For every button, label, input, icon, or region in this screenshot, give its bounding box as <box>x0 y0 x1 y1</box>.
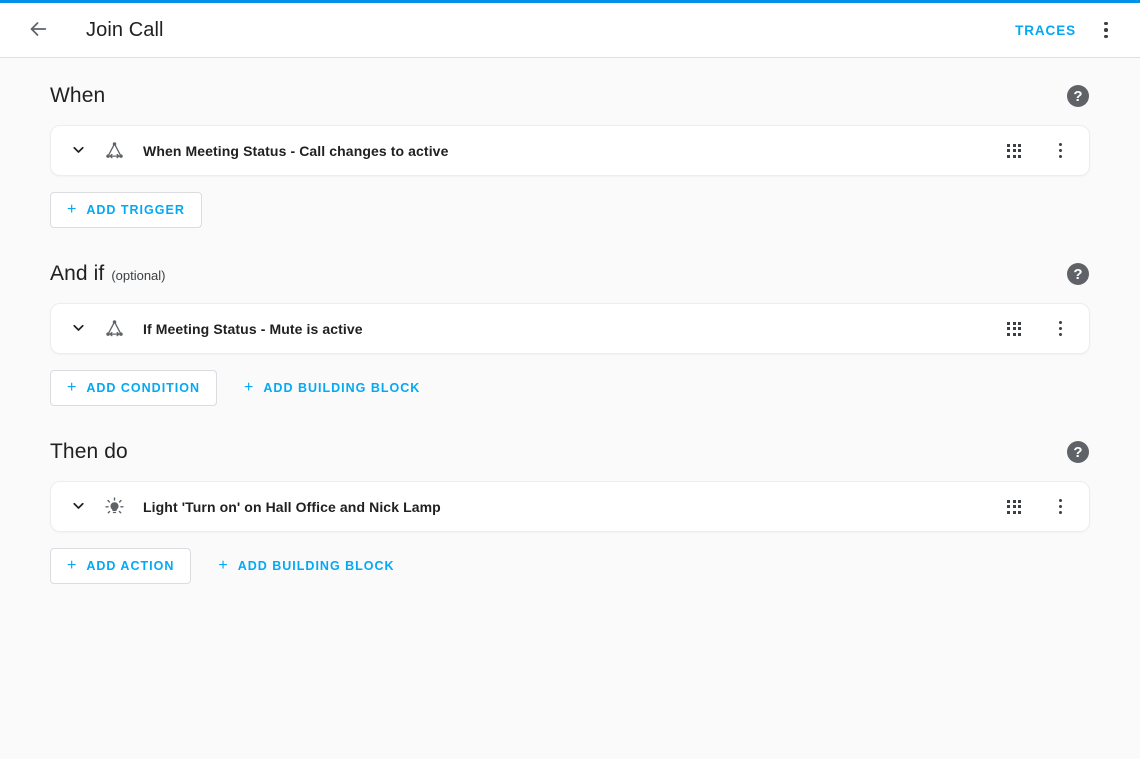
trigger-label: When Meeting Status - Call changes to ac… <box>143 143 997 159</box>
section-and-if: And if (optional) ? <box>50 262 1090 406</box>
section-title-text: And if <box>50 262 104 286</box>
section-header-and-if: And if (optional) ? <box>50 262 1090 286</box>
add-building-block-label: ADD BUILDING BLOCK <box>263 381 420 395</box>
chevron-down-icon <box>70 319 87 339</box>
condition-row-actions <box>997 312 1077 346</box>
section-when: When ? <box>50 84 1090 228</box>
condition-row[interactable]: If Meeting Status - Mute is active <box>50 303 1090 354</box>
add-building-block-action-button[interactable]: + ADD BUILDING BLOCK <box>201 548 411 584</box>
arrow-left-icon <box>27 18 49 43</box>
editor-content: When ? <box>0 58 1140 759</box>
page-title: Join Call <box>86 19 164 42</box>
section-title-text: Then do <box>50 440 128 464</box>
help-icon-when[interactable]: ? <box>1067 85 1089 107</box>
chevron-down-icon <box>70 497 87 517</box>
then-do-buttons: + ADD ACTION + ADD BUILDING BLOCK <box>50 548 1090 584</box>
plus-icon: + <box>67 558 77 574</box>
drag-grid-icon[interactable] <box>997 312 1031 346</box>
toolbar: Join Call TRACES <box>0 3 1140 58</box>
chevron-down-icon <box>70 141 87 161</box>
automation-editor: Join Call TRACES When ? <box>0 0 1140 759</box>
add-building-block-label: ADD BUILDING BLOCK <box>238 559 395 573</box>
when-buttons: + ADD TRIGGER <box>50 192 1090 228</box>
lightbulb-icon <box>101 494 127 520</box>
action-row[interactable]: Light 'Turn on' on Hall Office and Nick … <box>50 481 1090 532</box>
action-label: Light 'Turn on' on Hall Office and Nick … <box>143 499 997 515</box>
action-row-actions <box>997 490 1077 524</box>
section-title-and-if: And if (optional) <box>50 262 166 286</box>
more-vert-icon <box>1104 22 1108 39</box>
plus-icon: + <box>244 380 254 396</box>
add-condition-button[interactable]: + ADD CONDITION <box>50 370 217 406</box>
add-action-label: ADD ACTION <box>86 559 174 573</box>
add-trigger-label: ADD TRIGGER <box>86 203 185 217</box>
back-button[interactable] <box>18 10 58 50</box>
expand-condition-button[interactable] <box>61 312 95 346</box>
trigger-menu-button[interactable] <box>1043 134 1077 168</box>
section-optional-label: (optional) <box>111 268 165 283</box>
trigger-row[interactable]: When Meeting Status - Call changes to ac… <box>50 125 1090 176</box>
add-action-button[interactable]: + ADD ACTION <box>50 548 191 584</box>
more-vert-icon <box>1059 143 1062 158</box>
add-trigger-button[interactable]: + ADD TRIGGER <box>50 192 202 228</box>
condition-menu-button[interactable] <box>1043 312 1077 346</box>
section-title-then-do: Then do <box>50 440 128 464</box>
add-building-block-condition-button[interactable]: + ADD BUILDING BLOCK <box>227 370 437 406</box>
traces-button[interactable]: TRACES <box>1005 14 1086 47</box>
plus-icon: + <box>218 558 228 574</box>
action-menu-button[interactable] <box>1043 490 1077 524</box>
drag-grid-icon[interactable] <box>997 490 1031 524</box>
section-title-text: When <box>50 84 105 108</box>
trigger-row-actions <box>997 134 1077 168</box>
device-triangle-icon <box>101 316 127 342</box>
drag-grid-icon[interactable] <box>997 134 1031 168</box>
section-header-then-do: Then do ? <box>50 440 1090 464</box>
section-title-when: When <box>50 84 105 108</box>
overflow-menu-button[interactable] <box>1086 10 1126 50</box>
plus-icon: + <box>67 380 77 396</box>
section-then-do: Then do ? <box>50 440 1090 584</box>
more-vert-icon <box>1059 499 1062 514</box>
more-vert-icon <box>1059 321 1062 336</box>
and-if-buttons: + ADD CONDITION + ADD BUILDING BLOCK <box>50 370 1090 406</box>
section-header-when: When ? <box>50 84 1090 108</box>
help-icon-then-do[interactable]: ? <box>1067 441 1089 463</box>
expand-trigger-button[interactable] <box>61 134 95 168</box>
condition-label: If Meeting Status - Mute is active <box>143 321 997 337</box>
help-icon-and-if[interactable]: ? <box>1067 263 1089 285</box>
add-condition-label: ADD CONDITION <box>86 381 200 395</box>
expand-action-button[interactable] <box>61 490 95 524</box>
device-triangle-icon <box>101 138 127 164</box>
plus-icon: + <box>67 202 77 218</box>
